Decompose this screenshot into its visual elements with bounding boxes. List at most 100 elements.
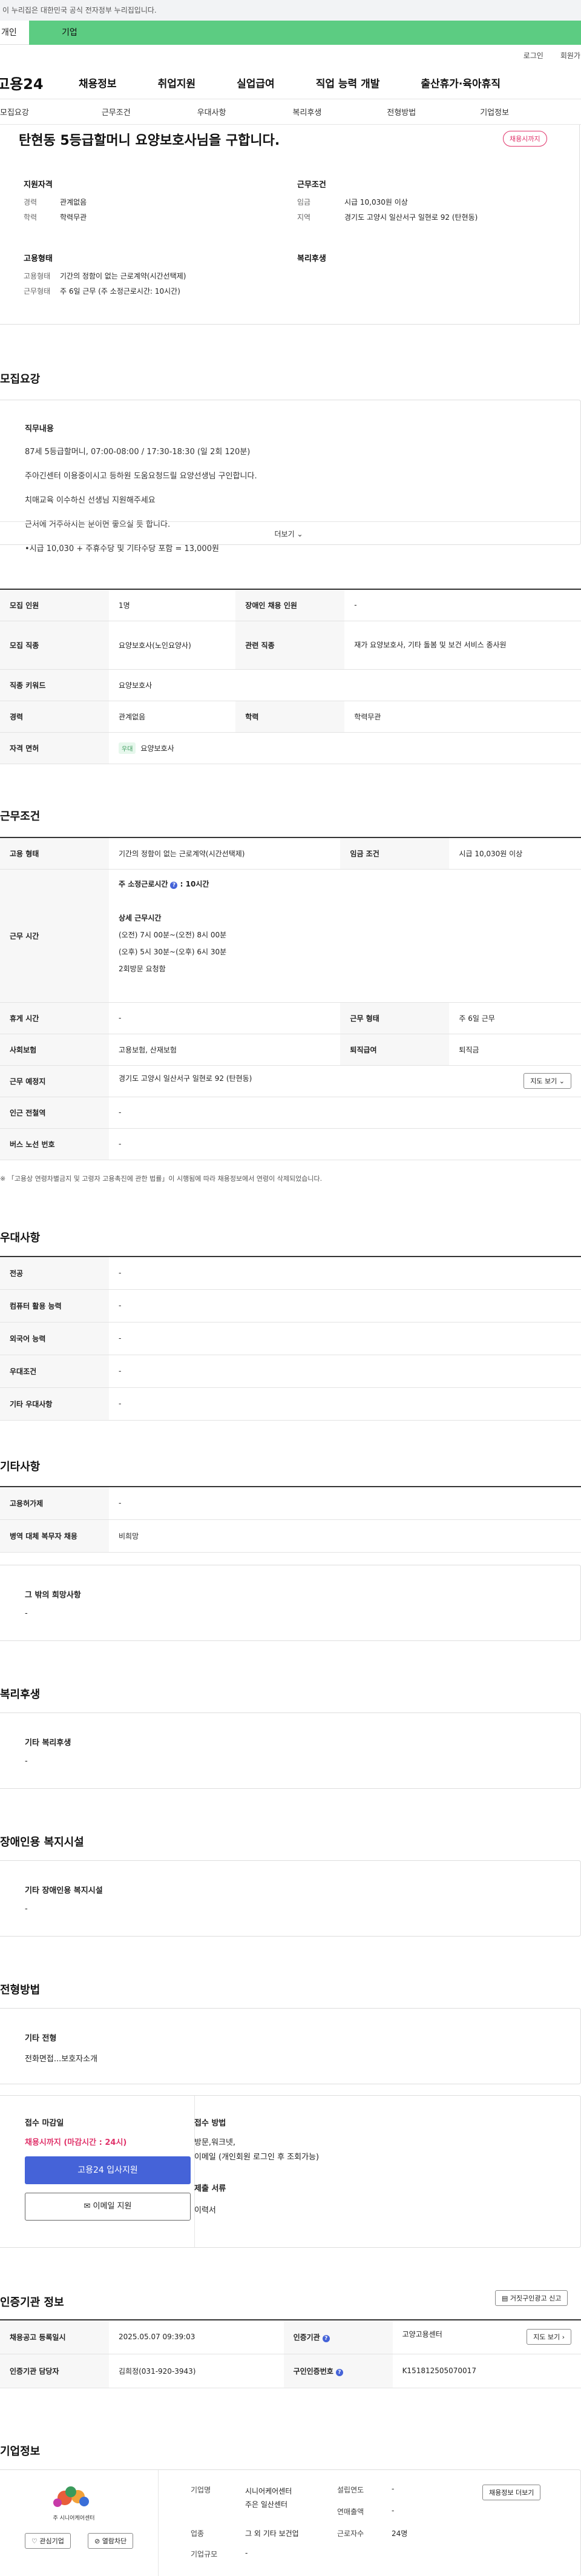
screening-section-title: 전형방법: [0, 1984, 41, 1996]
map-button[interactable]: 지도 보기 ›: [527, 2329, 571, 2345]
mail-icon: ✉: [84, 2202, 91, 2211]
gnb-item[interactable]: 취업지원: [158, 75, 196, 90]
help-icon[interactable]: ?: [170, 881, 178, 889]
lnb-item[interactable]: 기업정보: [480, 106, 509, 117]
docs-value: 이력서: [194, 2206, 216, 2215]
more-button[interactable]: 더보기 ⌄: [0, 529, 579, 539]
application-box: 접수 마감일 채용시까지 (마감시간 : 24시) 고용24 입사지원 ✉ 이메…: [0, 2095, 581, 2248]
report-button[interactable]: ▤ 거짓구인광고 신고: [495, 2290, 568, 2306]
box-value: -: [25, 1757, 28, 1766]
favorite-button[interactable]: ♡ 관심기업: [25, 2533, 71, 2549]
gnb-item[interactable]: 실업급여: [237, 75, 275, 90]
etc-section-title: 기타사항: [0, 1461, 41, 1473]
welfare-section-title: 복리후생: [0, 1688, 41, 1701]
box-title: 기타 복리후생: [25, 1739, 71, 1748]
label: 직종 키워드: [0, 669, 109, 701]
help-icon[interactable]: ?: [322, 2334, 330, 2342]
age-notice: ※ 「고용상 연령차별금지 및 고령자 고용촉진에 관한 법률」이 시행됨에 따…: [0, 1175, 323, 1183]
label: 연매출액: [337, 2508, 364, 2516]
label: 기업규모: [191, 2550, 218, 2558]
label: 외국어 능력: [0, 1322, 109, 1355]
pref-table: 전공 - 컴퓨터 활용 능력 - 외국어 능력 - 우대조건 - 기타 우대사항 -: [0, 1256, 581, 1421]
duty-line: •시급 10,030 + 주휴수당 및 기타수당 포함 = 13,000원: [25, 544, 219, 553]
value: 관계없음: [60, 198, 87, 206]
site-logo[interactable]: 고용24: [0, 72, 79, 93]
value: -: [109, 1322, 581, 1355]
label: 인증기관 담당자: [0, 2354, 109, 2388]
value: -: [245, 2549, 248, 2557]
apply-button[interactable]: 고용24 입사지원: [25, 2156, 191, 2184]
divider: [0, 521, 580, 522]
value: 기간의 정함이 없는 근로계약(시간선택제): [109, 837, 341, 870]
gnb-item[interactable]: 출산휴가·육아휴직: [421, 75, 501, 90]
chevron-down-icon: ⌄: [297, 530, 303, 538]
email-apply-button[interactable]: ✉ 이메일 지원: [25, 2193, 191, 2221]
lnb-item[interactable]: 우대사항: [197, 106, 226, 117]
value: 비희망: [109, 1519, 581, 1553]
company-jobs-button[interactable]: 채용정보 더보기: [482, 2485, 541, 2500]
qualification-group: 지원자격 경력 관계없음 학력 학력무관: [24, 178, 87, 227]
employment-group: 고용형태 고용형태 기간의 정함이 없는 근로계약(시간선택제) 근무형태 주 6일…: [24, 252, 186, 301]
screening-box: 기타 전형 전화면접...보호자소개: [0, 2008, 581, 2084]
value: 퇴직금: [449, 1034, 581, 1066]
gnb-item[interactable]: 직업 능력 개발: [316, 75, 380, 90]
pref-section-title: 우대사항: [0, 1232, 41, 1244]
value: 학력무관: [344, 701, 581, 733]
label: 구인인증번호?: [283, 2354, 393, 2388]
disabled-section-title: 장애인용 복지시설: [0, 1836, 84, 1849]
value: 경기도 고양시 일산서구 일현로 92 (탄현동) 지도 보기 ⌄: [109, 1065, 581, 1097]
block-button[interactable]: ⊘ 열람차단: [88, 2533, 134, 2549]
lnb-item[interactable]: 전형방법: [387, 106, 416, 117]
join-link[interactable]: 회원가입: [560, 51, 581, 60]
box-value: -: [25, 1904, 28, 1914]
value: 재가 요양보호사, 기타 돌봄 및 보건 서비스 종사원: [344, 621, 581, 670]
deadline-badge: 채용시까지: [503, 131, 547, 147]
label: 휴게 시간: [0, 1002, 109, 1034]
value: 고용보험, 산재보험: [109, 1034, 341, 1066]
tab-company[interactable]: 기업: [29, 21, 581, 45]
value: -: [109, 1289, 581, 1323]
login-link[interactable]: 로그인: [524, 51, 543, 60]
label: 경력: [0, 701, 109, 733]
value: 요양보호사(노인요양사): [109, 621, 236, 670]
label: 학력: [235, 701, 345, 733]
gnb-item[interactable]: 채용정보: [79, 75, 117, 90]
label: 근무형태: [24, 287, 51, 296]
value: -: [392, 2485, 395, 2493]
value: 시급 10,030원 이상: [449, 837, 581, 870]
lnb-item[interactable]: 복리후생: [293, 106, 322, 117]
map-button[interactable]: 지도 보기 ⌄: [524, 1073, 571, 1089]
box-title: 기타 장애인용 복지시설: [25, 1886, 103, 1895]
divider: [158, 2470, 159, 2576]
label: 고용 형태: [0, 837, 109, 870]
help-icon[interactable]: ?: [335, 2368, 343, 2376]
label: 관련 직종: [235, 621, 345, 670]
value: -: [109, 1487, 581, 1520]
label: 임금: [297, 198, 311, 206]
value: -: [344, 589, 581, 621]
label: 인증기관?: [283, 2320, 393, 2354]
label: 장애인 채용 인원: [235, 589, 345, 621]
hope-box: 그 밖의 희망사항 -: [0, 1565, 581, 1641]
label: 근무 예정지: [0, 1065, 109, 1097]
value: 경기도 고양시 일산서구 일현로 92 (탄현동): [344, 213, 478, 222]
lnb-item[interactable]: 근무조건: [102, 106, 131, 117]
method-value: 방문,워크넷, 이메일 (개인회원 로그인 후 조회가능): [194, 2138, 320, 2162]
label: 기업명: [191, 2486, 211, 2494]
job-title: 탄현동 5등급할머니 요양보호사님을 구합니다.: [19, 133, 280, 148]
utility-links: 로그인 회원가입: [0, 45, 581, 67]
welfare-box: 기타 복리후생 -: [0, 1712, 581, 1789]
value: 시급 10,030원 이상: [344, 198, 408, 206]
label: 근로자수: [337, 2529, 364, 2538]
value: 주 6일 근무 (주 소정근로시간: 10시간): [60, 287, 180, 296]
label: 사회보험: [0, 1034, 109, 1066]
company-box: 주 시니어케어센터 ♡ 관심기업 ⊘ 열람차단 기업명 시니어케어센터 주은 일산…: [0, 2469, 581, 2576]
tab-personal[interactable]: 개인: [0, 21, 29, 45]
duty-title: 직무내용: [25, 424, 54, 434]
label: 고용형태: [24, 272, 51, 280]
auth-section-title: 인증기관 정보: [0, 2296, 64, 2309]
lnb-item[interactable]: 모집요강: [0, 106, 29, 117]
label: 모집 인원: [0, 589, 109, 621]
value: 기간의 정함이 없는 근로계약(시간선택제): [60, 272, 186, 280]
duty-line: 치매교육 이수하신 선생님 지원해주세요: [25, 496, 156, 505]
